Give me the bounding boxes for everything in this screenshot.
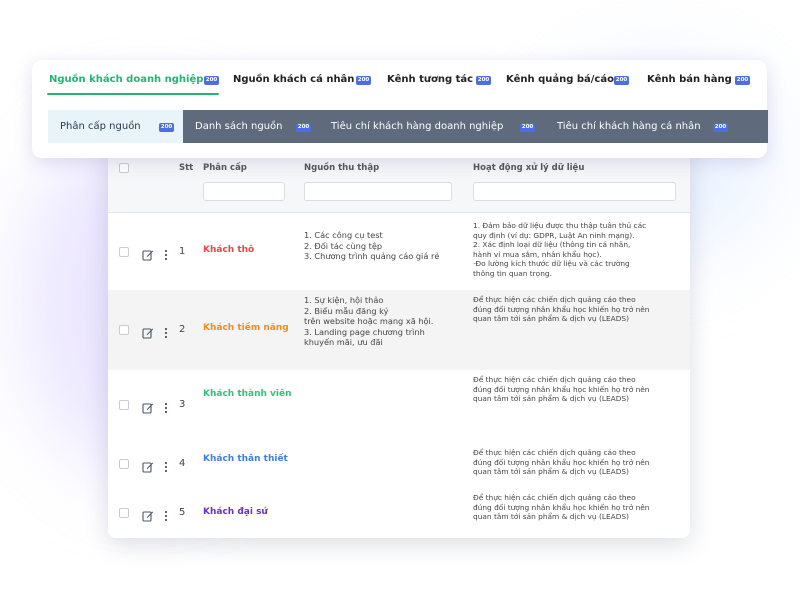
table-row[interactable]: 1 Khách thô 1. Các công cụ test 2. Đối tác … xyxy=(108,213,690,291)
row-number: 5 xyxy=(179,507,186,518)
source-line: 2. Biểu mẫu đăng ký xyxy=(304,305,389,316)
edit-icon[interactable] xyxy=(142,458,154,473)
activity-text: Để thực hiện các chiến dịch quảng cáo th… xyxy=(473,448,683,477)
row-checkbox[interactable] xyxy=(119,247,129,257)
activity-line: hành vi mua sắm, nhân khẩu học). xyxy=(473,249,602,259)
source-list: 1. Sự kiện, hội thảo 2. Biểu mẫu đăng ký t… xyxy=(304,295,464,348)
row-checkbox[interactable] xyxy=(119,459,129,469)
header-source: Nguồn thu thập xyxy=(304,163,380,173)
activity-line: quan tâm tới sản phẩm & dịch vụ (LEADS) xyxy=(473,467,629,477)
row-checkbox[interactable] xyxy=(119,325,129,335)
activity-line: đúng đối tượng nhân khẩu học khiến họ tr… xyxy=(473,457,650,467)
activity-line: quan tâm tới sản phẩm & dịch vụ (LEADS) xyxy=(473,512,629,522)
row-checkbox[interactable] xyxy=(119,400,129,410)
tier-label: Khách thành viên xyxy=(203,389,292,399)
count-badge: 200 xyxy=(735,76,750,85)
tier-label: Khách đại sứ xyxy=(203,507,268,517)
row-number: 3 xyxy=(179,399,186,410)
tier-label: Khách thân thiết xyxy=(203,454,288,464)
activity-line: đúng đối tượng nhân khẩu học khiến họ tr… xyxy=(473,502,650,512)
more-options-icon[interactable] xyxy=(164,324,168,339)
header-activity: Hoạt động xử lý dữ liệu xyxy=(473,163,585,173)
subtab-1[interactable]: Phân cấp nguồn xyxy=(60,121,141,132)
activity-line: thông tin quan trọng. xyxy=(473,268,552,278)
subtab-2[interactable]: Danh sách nguồn xyxy=(195,121,283,132)
edit-icon[interactable] xyxy=(142,507,154,522)
count-badge: 200 xyxy=(614,76,629,85)
edit-icon[interactable] xyxy=(142,324,154,339)
header-tier: Phân cấp xyxy=(203,163,247,173)
activity-line: Để thực hiện các chiến dịch quảng cáo th… xyxy=(473,493,636,502)
count-badge: 200 xyxy=(159,123,174,132)
row-number: 2 xyxy=(179,324,186,335)
table-row[interactable]: 4 Khách thân thiết Để thực hiện các chiến … xyxy=(108,440,690,489)
activity-line: 2. Xác định loại dữ liệu (thông tin cá n… xyxy=(473,240,631,250)
source-filter-input[interactable] xyxy=(304,182,452,201)
source-line: 1. Sự kiện, hội thảo xyxy=(304,295,384,305)
activity-text: 1. Đảm bảo dữ liệu được thu thập tuân th… xyxy=(473,221,683,279)
activity-line: 1. Đảm bảo dữ liệu được thu thập tuân th… xyxy=(473,221,647,230)
select-all-checkbox[interactable] xyxy=(119,163,129,173)
activity-line: quan tâm tới sản phẩm & dịch vụ (LEADS) xyxy=(473,394,629,404)
source-tier-table: Stt Phân cấp Nguồn thu thập Hoạt động xử… xyxy=(108,146,690,538)
activity-line: Để thực hiện các chiến dịch quảng cáo th… xyxy=(473,448,636,457)
source-list: 1. Các công cụ test 2. Đối tác cùng tệp 3.… xyxy=(304,230,464,262)
more-options-icon[interactable] xyxy=(164,507,168,522)
activity-line: đúng đối tượng nhân khẩu học khiến họ tr… xyxy=(473,304,650,314)
table-row[interactable]: 5 Khách đại sứ Để thực hiện các chiến dịch… xyxy=(108,488,690,538)
tab-1[interactable]: Nguồn khách doanh nghiệp xyxy=(49,74,203,85)
source-line: 1. Các công cụ test xyxy=(304,230,383,240)
table-row[interactable]: 3 Khách thành viên Để thực hiện các chiến … xyxy=(108,370,690,441)
table-row[interactable]: 2 Khách tiềm năng 1. Sự kiện, hội thảo 2. B… xyxy=(108,290,690,371)
more-options-icon[interactable] xyxy=(164,246,168,261)
count-badge: 200 xyxy=(520,123,535,132)
subtab-4[interactable]: Tiêu chí khách hàng cá nhân xyxy=(557,121,701,132)
edit-icon[interactable] xyxy=(142,246,154,261)
row-number: 1 xyxy=(179,246,186,257)
source-line: trên website hoặc mạng xã hội. xyxy=(304,316,434,326)
activity-line: quan tâm tới sản phẩm & dịch vụ (LEADS) xyxy=(473,314,629,324)
activity-filter-input[interactable] xyxy=(473,182,676,201)
activity-line: Để thực hiện các chiến dịch quảng cáo th… xyxy=(473,295,636,304)
subtab-3[interactable]: Tiêu chí khách hàng doanh nghiệp xyxy=(331,121,503,132)
tier-label: Khách tiềm năng xyxy=(203,323,289,333)
count-badge: 200 xyxy=(713,123,728,132)
tier-label: Khách thô xyxy=(203,245,255,255)
count-badge: 200 xyxy=(296,123,311,132)
count-badge: 200 xyxy=(204,76,219,85)
activity-line: Để thực hiện các chiến dịch quảng cáo th… xyxy=(473,375,636,384)
activity-text: Để thực hiện các chiến dịch quảng cáo th… xyxy=(473,375,683,404)
source-line: khuyến mãi, ưu đãi xyxy=(304,337,383,347)
tab-4[interactable]: Kênh quảng bá/cáo xyxy=(506,74,614,85)
tier-filter-input[interactable] xyxy=(203,182,285,201)
header-stt: Stt xyxy=(179,163,194,173)
row-checkbox[interactable] xyxy=(119,508,129,518)
tab-5[interactable]: Kênh bán hàng xyxy=(647,74,732,85)
active-tab-indicator xyxy=(47,93,219,95)
row-number: 4 xyxy=(179,458,186,469)
count-badge: 200 xyxy=(356,76,371,85)
activity-line: ·Đo lường kích thước dữ liệu và các trườ… xyxy=(473,259,630,269)
activity-line: đúng đối tượng nhân khẩu học khiến họ tr… xyxy=(473,384,650,394)
more-options-icon[interactable] xyxy=(164,399,168,414)
count-badge: 200 xyxy=(476,76,491,85)
activity-line: quy định (ví dụ: GDPR, Luật An ninh mạng… xyxy=(473,230,635,240)
source-line: 3. Chương trình quảng cáo giá rẻ xyxy=(304,251,440,261)
source-line: 2. Đối tác cùng tệp xyxy=(304,240,383,251)
tab-2[interactable]: Nguồn khách cá nhân xyxy=(233,74,354,85)
edit-icon[interactable] xyxy=(142,399,154,414)
tab-3[interactable]: Kênh tương tác xyxy=(387,74,473,85)
activity-text: Để thực hiện các chiến dịch quảng cáo th… xyxy=(473,295,683,324)
source-line: 3. Landing page chương trình xyxy=(304,326,425,337)
activity-text: Để thực hiện các chiến dịch quảng cáo th… xyxy=(473,493,683,522)
more-options-icon[interactable] xyxy=(164,458,168,473)
